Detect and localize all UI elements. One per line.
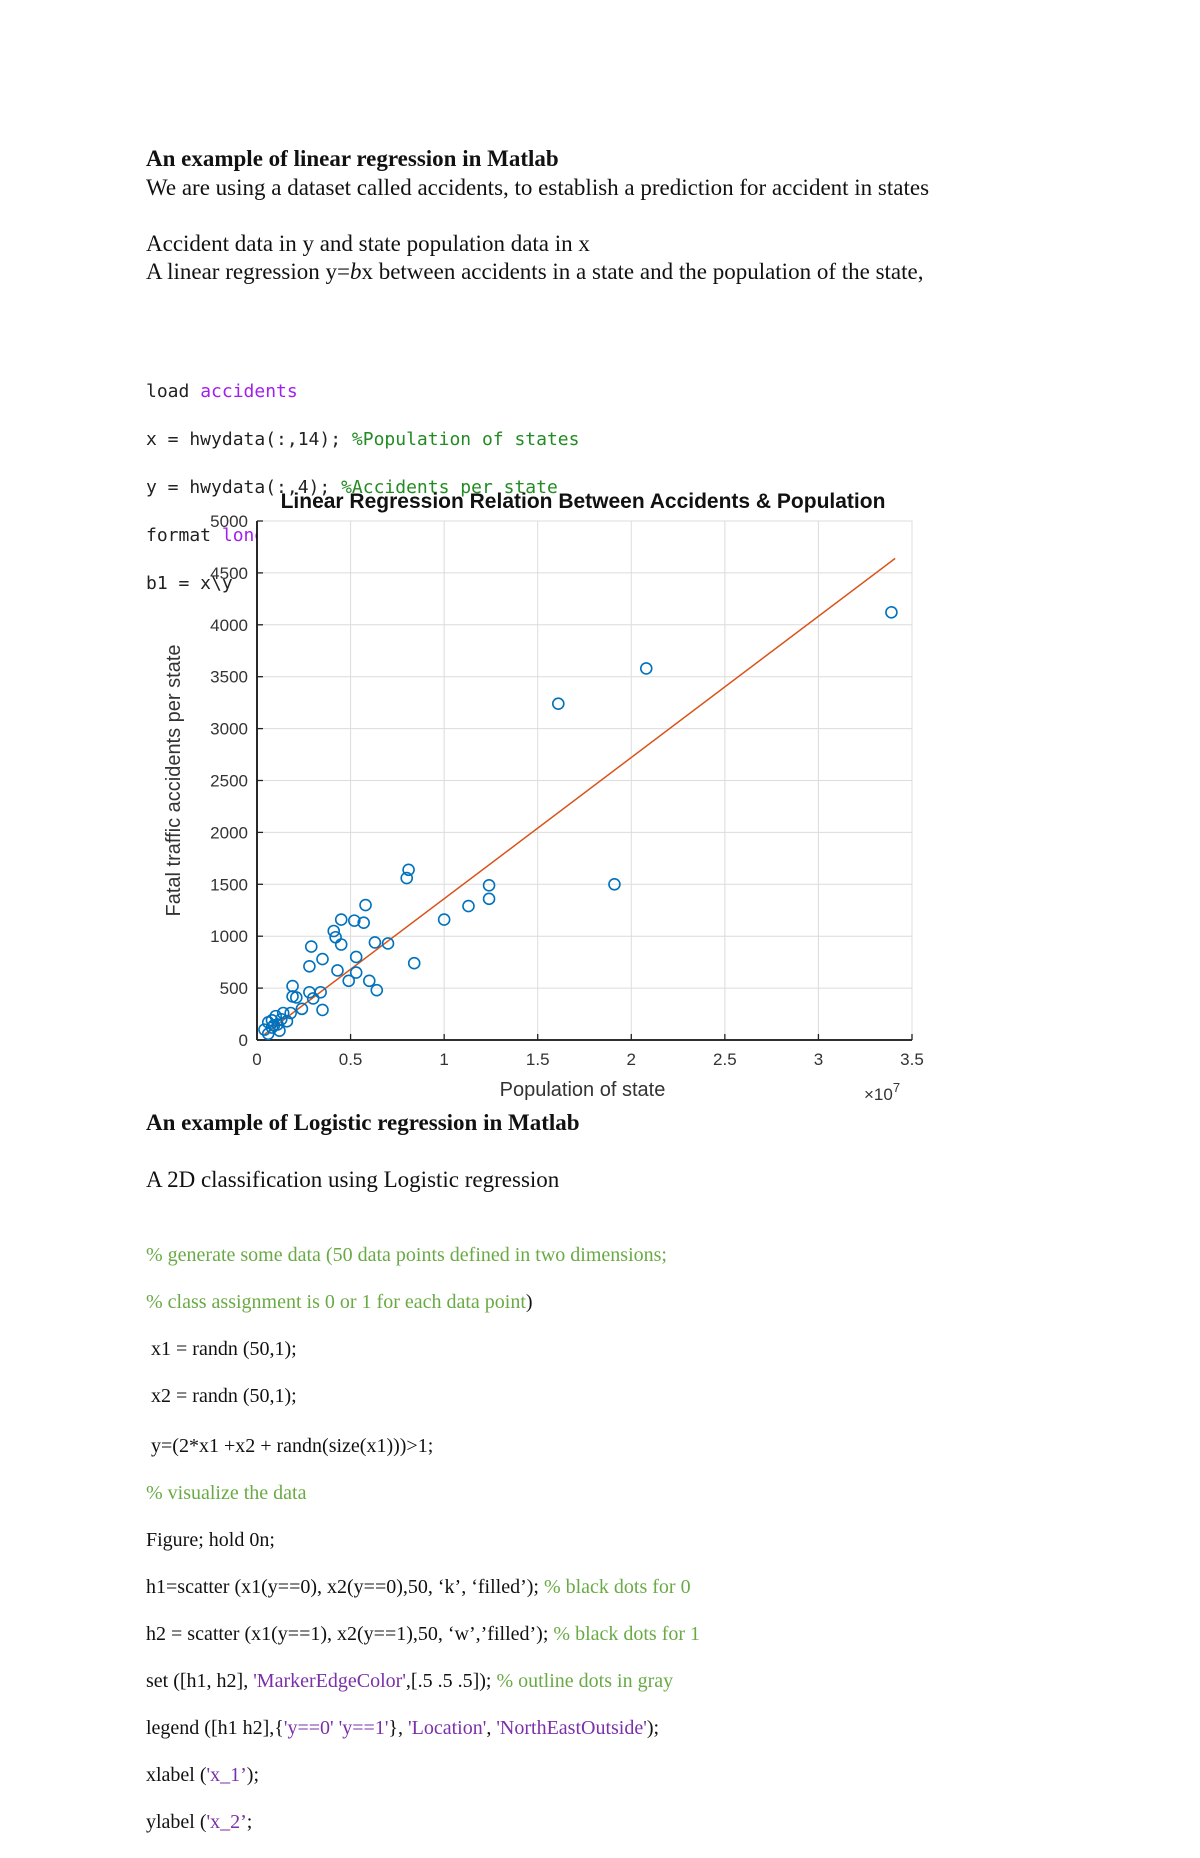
code-line: Figure; hold 0n;: [146, 1528, 275, 1551]
x-tick-label: 2.5: [713, 1050, 737, 1069]
x-tick-label: 1: [439, 1050, 448, 1069]
x-axis-label: Population of state: [500, 1079, 666, 1101]
x-tick-label: 3: [814, 1050, 823, 1069]
code-line: load accidents: [146, 381, 298, 402]
code-line: h2 = scatter (x1(y==1), x2(y==1),50, ‘w’…: [146, 1622, 701, 1645]
y-axis-ticks: 0 500 1000 1500 2000 2500 3000 3500 4000 4500 5000: [210, 512, 263, 1050]
code-line: h1=scatter (x1(y==0), x2(y==0),50, ‘k’, …: [146, 1575, 691, 1598]
section-heading-linear: An example of linear regression in Matla…: [146, 146, 559, 171]
x-tick-label: 1.5: [526, 1050, 550, 1069]
code-line: legend ([h1 h2],{'y==0' 'y==1'}, 'Locati…: [146, 1716, 660, 1739]
y-tick-label: 0: [239, 1031, 248, 1050]
code-line: % class assignment is 0 or 1 for each da…: [146, 1290, 533, 1313]
data-description: Accident data in y and state population …: [146, 231, 590, 256]
code-line: x2 = randn (50,1);: [146, 1384, 297, 1407]
logistic-code-block: % generate some data (50 data points def…: [146, 1220, 700, 1858]
regression-description: A linear regression y=bx between acciden…: [146, 259, 924, 284]
x-axis-exponent: ×107: [864, 1080, 900, 1104]
y-tick-label: 5000: [210, 512, 248, 531]
y-tick-label: 500: [220, 979, 248, 998]
y-tick-label: 1000: [210, 927, 248, 946]
y-tick-label: 3500: [210, 668, 248, 687]
intro-paragraph: We are using a dataset called accidents,…: [146, 175, 930, 200]
y-tick-label: 4000: [210, 616, 248, 635]
y-tick-label: 4500: [210, 564, 248, 583]
x-tick-label: 2: [627, 1050, 636, 1069]
code-line: % generate some data (50 data points def…: [146, 1243, 667, 1266]
regression-chart: Linear Regression Relation Between Accid…: [163, 490, 924, 1104]
y-axis-label: Fatal traffic accidents per state: [163, 645, 185, 917]
section-heading-logistic: An example of Logistic regression in Mat…: [146, 1110, 580, 1135]
y-tick-label: 2500: [210, 772, 248, 791]
y-tick-label: 3000: [210, 720, 248, 739]
x-tick-label: 0: [252, 1050, 261, 1069]
x-tick-label: 3.5: [900, 1050, 924, 1069]
y-tick-label: 2000: [210, 823, 248, 842]
code-line: x1 = randn (50,1);: [146, 1337, 297, 1360]
code-line: x = hwydata(:,14); %Population of states: [146, 429, 580, 450]
code-line: y=(2*x1 +x2 + randn(size(x1)))>1;: [146, 1434, 434, 1457]
code-line: set ([h1, h2], 'MarkerEdgeColor',[.5 .5 …: [146, 1669, 674, 1692]
section-subheading: A 2D classification using Logistic regre…: [146, 1167, 560, 1192]
y-tick-label: 1500: [210, 875, 248, 894]
x-tick-label: 0.5: [339, 1050, 363, 1069]
code-line: xlabel ('x_1’);: [146, 1763, 260, 1786]
chart-title: Linear Regression Relation Between Accid…: [281, 490, 886, 513]
code-line: % visualize the data: [146, 1481, 307, 1504]
code-line: ylabel ('x_2’;: [146, 1810, 253, 1833]
